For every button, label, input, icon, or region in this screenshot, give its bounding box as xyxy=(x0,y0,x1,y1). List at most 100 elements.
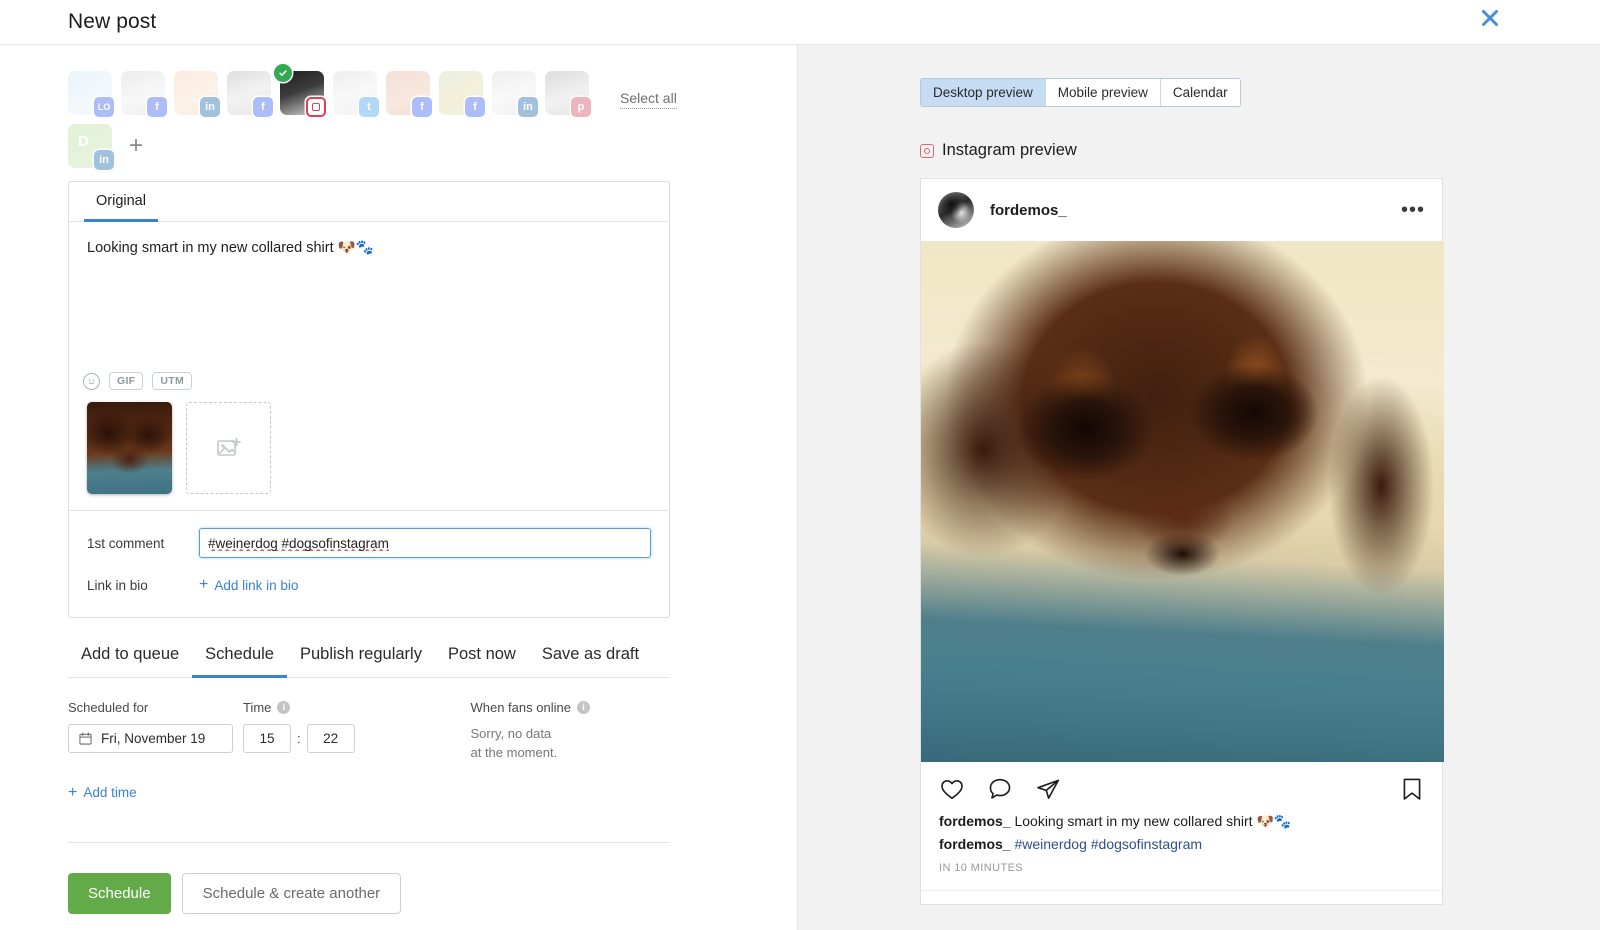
plus-icon: + xyxy=(199,576,209,593)
account-avatar-7[interactable]: f xyxy=(386,71,432,117)
publish-tab-post-now[interactable]: Post now xyxy=(435,645,529,678)
when-fans-online-note: Sorry, no data at the moment. xyxy=(470,726,558,760)
emoji-icon[interactable] xyxy=(83,372,100,390)
instagram-icon xyxy=(920,143,934,158)
account-avatar-2[interactable]: f xyxy=(121,71,167,117)
scheduled-date-value: Fri, November 19 xyxy=(101,731,206,746)
avatar-initial: D xyxy=(78,133,89,150)
account-avatar-10[interactable]: p xyxy=(545,71,591,117)
schedule-and-create-another-button[interactable]: Schedule & create another xyxy=(181,873,402,914)
utm-button[interactable]: UTM xyxy=(152,372,193,390)
account-avatar-11[interactable]: Din xyxy=(68,124,114,170)
instagram-post-actions xyxy=(921,762,1442,808)
selected-check-icon xyxy=(274,64,292,82)
publish-tab-schedule[interactable]: Schedule xyxy=(192,645,287,678)
publish-tab-publish-regularly[interactable]: Publish regularly xyxy=(287,645,435,678)
account-avatar-4[interactable]: f xyxy=(227,71,273,117)
heart-icon[interactable] xyxy=(939,776,965,802)
time-hour-input[interactable] xyxy=(242,724,291,753)
composer-pane: LO f in f t f f in p Din + Select all Original L… xyxy=(0,45,797,930)
caption-username: fordemos_ xyxy=(939,813,1011,829)
page-title: New post xyxy=(68,10,157,33)
new-post-dialog: New post LO f in f t f f in p Din + Select all O… xyxy=(0,0,1600,930)
instagram-caption: fordemos_ Looking smart in my new collar… xyxy=(921,808,1442,832)
media-attachments xyxy=(69,402,669,511)
pinterest-badge-icon: p xyxy=(571,97,591,117)
account-avatar-3[interactable]: in xyxy=(174,71,220,117)
instagram-badge-icon xyxy=(306,97,326,117)
linkedin-badge-icon: in xyxy=(200,97,220,117)
link-in-bio-row: Link in bio + Add link in bio xyxy=(87,567,651,603)
facebook-badge-icon: f xyxy=(412,97,432,117)
add-media-button[interactable] xyxy=(186,402,271,494)
preview-mode-tabs: Desktop preview Mobile preview Calendar xyxy=(920,78,1241,107)
schedule-button[interactable]: Schedule xyxy=(68,873,171,914)
account-avatar-9[interactable]: in xyxy=(492,71,538,117)
other-badge-icon: LO xyxy=(94,97,114,117)
add-link-in-bio-button[interactable]: + Add link in bio xyxy=(199,577,298,593)
when-fans-online-group: When fans online i Sorry, no data at the… xyxy=(470,700,688,763)
post-text[interactable]: Looking smart in my new collared shirt 🐶… xyxy=(87,238,651,260)
editor-tabs: Original xyxy=(69,182,669,222)
twitter-badge-icon: t xyxy=(359,97,379,117)
calendar-icon xyxy=(79,732,92,745)
add-image-icon xyxy=(216,437,241,456)
paper-plane-icon[interactable] xyxy=(1035,776,1061,802)
preview-tab-calendar[interactable]: Calendar xyxy=(1160,79,1240,106)
linkedin-badge-icon: in xyxy=(518,97,538,117)
account-avatar-6[interactable]: t xyxy=(333,71,379,117)
instagram-username[interactable]: fordemos_ xyxy=(990,202,1067,219)
first-comment-input[interactable] xyxy=(199,528,651,558)
time-minute-input[interactable] xyxy=(306,724,355,753)
facebook-badge-icon: f xyxy=(465,97,485,117)
instagram-card-footer xyxy=(921,889,1442,904)
linkedin-badge-icon: in xyxy=(94,150,114,170)
media-thumbnail[interactable] xyxy=(87,402,172,494)
schedule-settings: Scheduled for Fri, November 19 Time i 15… xyxy=(68,700,688,802)
instagram-post-image xyxy=(921,241,1444,762)
instagram-post-header: fordemos_ ••• xyxy=(921,179,1442,241)
plus-icon: + xyxy=(68,783,78,801)
gif-button[interactable]: GIF xyxy=(109,372,144,390)
fans-info-icon[interactable]: i xyxy=(576,701,590,714)
account-selector: LO f in f t f f in p Din + Select all xyxy=(68,64,688,170)
preview-tab-desktop-preview[interactable]: Desktop preview xyxy=(921,79,1046,106)
publish-mode-tabs: Add to queue Schedule Publish regularly Pos… xyxy=(68,645,670,678)
account-avatar-8[interactable]: f xyxy=(439,71,485,117)
add-time-button[interactable]: + Add time xyxy=(68,783,137,801)
account-row-2: Din + xyxy=(68,124,688,170)
add-link-in-bio-label: Add link in bio xyxy=(214,577,299,593)
compose-area[interactable]: Looking smart in my new collared shirt 🐶… xyxy=(69,222,669,372)
instagram-timestamp: IN 10 MINUTES xyxy=(939,861,1024,874)
dialog-actions: Schedule Schedule & create another xyxy=(68,873,402,914)
actions-divider xyxy=(68,842,670,843)
publish-tab-add-to-queue[interactable]: Add to queue xyxy=(68,645,192,678)
time-label: Time i xyxy=(243,700,409,715)
time-info-icon[interactable]: i xyxy=(277,701,291,714)
ellipsis-icon[interactable]: ••• xyxy=(1401,200,1425,220)
facebook-badge-icon: f xyxy=(147,97,167,117)
comment-username: fordemos_ xyxy=(939,836,1011,853)
facebook-badge-icon: f xyxy=(253,97,273,117)
publish-tab-save-as-draft[interactable]: Save as draft xyxy=(529,645,652,678)
first-comment-label: 1st comment xyxy=(87,535,165,551)
compose-toolbar: GIF UTM xyxy=(69,372,669,402)
time-group: Time i : xyxy=(242,700,409,753)
when-fans-online-label: When fans online i xyxy=(470,700,688,715)
comment-hashtags: #weinerdog #dogsofinstagram xyxy=(1010,836,1203,853)
bookmark-icon[interactable] xyxy=(1400,776,1424,802)
comment-icon[interactable] xyxy=(987,776,1013,802)
tab-original[interactable]: Original xyxy=(84,182,158,222)
add-account-button[interactable]: + xyxy=(121,131,151,161)
avatar[interactable] xyxy=(938,192,974,228)
instagram-preview-heading: Instagram preview xyxy=(920,141,1077,160)
caption-text: Looking smart in my new collared shirt 🐶… xyxy=(1010,813,1292,829)
preview-tab-mobile-preview[interactable]: Mobile preview xyxy=(1045,79,1161,106)
account-avatar-1[interactable]: LO xyxy=(68,71,114,117)
time-separator: : xyxy=(296,731,301,746)
close-icon[interactable] xyxy=(1476,4,1504,32)
add-time-label: Add time xyxy=(83,785,137,801)
account-avatar-5[interactable] xyxy=(274,64,326,117)
scheduled-date-field[interactable]: Fri, November 19 xyxy=(68,724,233,753)
select-all-link[interactable]: Select all xyxy=(620,90,677,109)
